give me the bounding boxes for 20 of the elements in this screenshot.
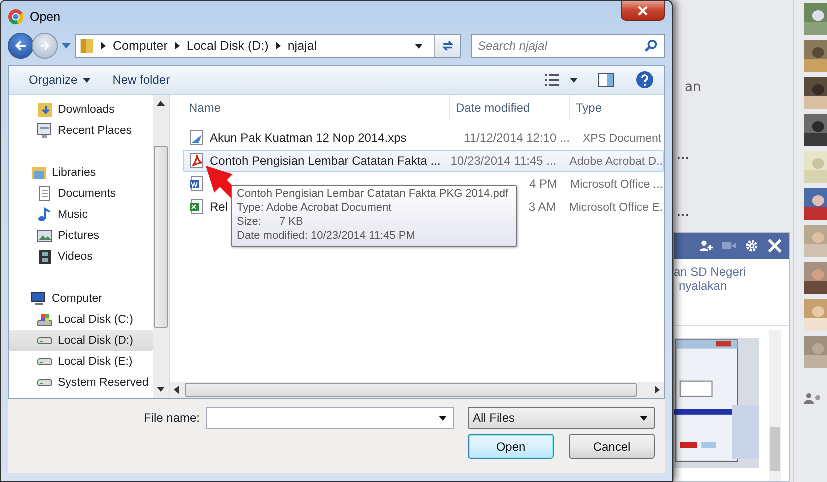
type-cell: Microsoft Office E. <box>569 202 663 214</box>
type-cell: Microsoft Office ... <box>570 179 663 191</box>
type-cell: XPS Document <box>583 133 662 145</box>
type-cell: Adobe Acrobat D.. <box>570 156 663 168</box>
background-text: an <box>685 80 702 95</box>
field-label: File name: <box>144 411 200 425</box>
tooltip-text: 7 KB <box>279 215 304 229</box>
date-cell: 11/12/2014 12:10 ... <box>464 131 570 145</box>
date-cell: 3 AM <box>528 200 556 214</box>
tooltip-text: Size: <box>237 215 262 229</box>
date-cell: 4 PM <box>530 177 558 191</box>
window-title: Open <box>30 10 61 24</box>
background-text: ... <box>677 148 690 163</box>
date-cell: 10/23/2014 11:45 ... <box>450 154 557 168</box>
chat-message-text: an SD Negeri <box>674 265 748 279</box>
tooltip-text: Type: Adobe Acrobat Document <box>237 201 393 215</box>
chat-message-text: nyalakan <box>678 279 728 293</box>
background-text: ... <box>677 205 690 220</box>
tooltip-text: Contoh Pengisian Lembar Catatan Fakta PKG 2014.pdf <box>237 187 509 201</box>
tooltip-text: Date modified: 10/23/2014 11:45 PM <box>237 229 416 243</box>
